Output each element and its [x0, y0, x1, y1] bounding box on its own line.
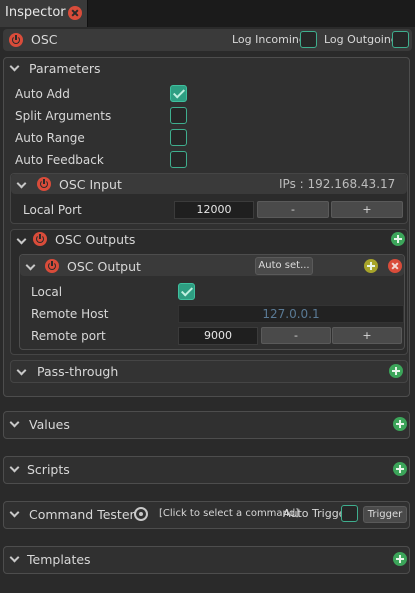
values-title: Values	[29, 417, 70, 432]
local-label: Local	[31, 285, 63, 299]
param-label-auto-range: Auto Range	[15, 131, 85, 145]
osc-output-title: OSC Output	[67, 259, 141, 274]
remote-port-field[interactable]: 9000	[178, 327, 258, 345]
auto-add-checkbox[interactable]	[170, 85, 187, 102]
auto-set-button[interactable]: Auto set...	[255, 257, 313, 275]
command-select[interactable]: [Click to select a command]	[159, 508, 299, 519]
close-icon[interactable]	[68, 6, 82, 20]
power-icon[interactable]	[33, 232, 47, 246]
chevron-down-icon[interactable]	[16, 181, 26, 189]
split-arguments-checkbox[interactable]	[170, 107, 187, 124]
add-template-icon[interactable]	[393, 552, 407, 566]
add-output-icon[interactable]	[391, 232, 405, 246]
log-outgoing-label: Log Outgoing	[324, 33, 398, 46]
remote-port-increment-button[interactable]: +	[332, 327, 402, 344]
auto-trigger-checkbox[interactable]	[341, 505, 358, 522]
power-icon[interactable]	[9, 33, 23, 47]
target-icon[interactable]	[134, 507, 148, 521]
add-value-icon[interactable]	[393, 417, 407, 431]
auto-feedback-checkbox[interactable]	[170, 151, 187, 168]
add-script-icon[interactable]	[393, 462, 407, 476]
add-pass-through-icon[interactable]	[389, 364, 403, 378]
auto-range-checkbox[interactable]	[170, 129, 187, 146]
local-port-label: Local Port	[23, 203, 82, 217]
local-port-increment-button[interactable]: +	[331, 201, 403, 218]
param-label-auto-add: Auto Add	[15, 87, 70, 101]
ips-label: IPs : 192.168.43.17	[279, 177, 396, 191]
templates-title: Templates	[27, 552, 91, 567]
chevron-down-icon[interactable]	[9, 465, 19, 473]
auto-trigger-label: Auto Trigger	[283, 507, 350, 520]
tab-label: Inspector	[5, 5, 66, 20]
add-icon[interactable]	[364, 259, 378, 273]
remote-port-decrement-button[interactable]: -	[261, 327, 331, 344]
local-port-field[interactable]: 12000	[174, 201, 254, 219]
chevron-down-icon[interactable]	[16, 237, 26, 245]
osc-outputs-title: OSC Outputs	[55, 232, 136, 247]
param-label-split-arguments: Split Arguments	[15, 109, 112, 123]
remote-port-label: Remote port	[31, 329, 106, 343]
log-incoming-checkbox[interactable]	[300, 31, 317, 48]
remote-host-field[interactable]: 127.0.0.1	[178, 305, 404, 323]
chevron-down-icon[interactable]	[9, 420, 19, 428]
param-label-auto-feedback: Auto Feedback	[15, 153, 104, 167]
chevron-down-icon[interactable]	[9, 64, 19, 72]
tab-inspector[interactable]: Inspector	[0, 0, 88, 27]
parameters-title: Parameters	[29, 61, 101, 76]
remote-host-label: Remote Host	[31, 307, 109, 321]
chevron-down-icon[interactable]	[16, 368, 26, 376]
osc-title: OSC	[31, 32, 58, 47]
chevron-down-icon[interactable]	[9, 510, 19, 518]
power-icon[interactable]	[45, 259, 59, 273]
log-outgoing-checkbox[interactable]	[392, 31, 409, 48]
osc-input-title: OSC Input	[59, 177, 122, 192]
scripts-title: Scripts	[27, 462, 70, 477]
local-port-decrement-button[interactable]: -	[257, 201, 329, 218]
trigger-button[interactable]: Trigger	[363, 506, 407, 523]
chevron-down-icon[interactable]	[25, 263, 35, 271]
pass-through-title: Pass-through	[37, 364, 119, 379]
power-icon[interactable]	[37, 177, 51, 191]
chevron-down-icon[interactable]	[9, 555, 19, 563]
command-tester-title: Command Tester	[29, 507, 135, 522]
local-checkbox[interactable]	[178, 283, 195, 300]
remove-icon[interactable]	[388, 259, 402, 273]
log-incoming-label: Log Incoming	[232, 33, 306, 46]
